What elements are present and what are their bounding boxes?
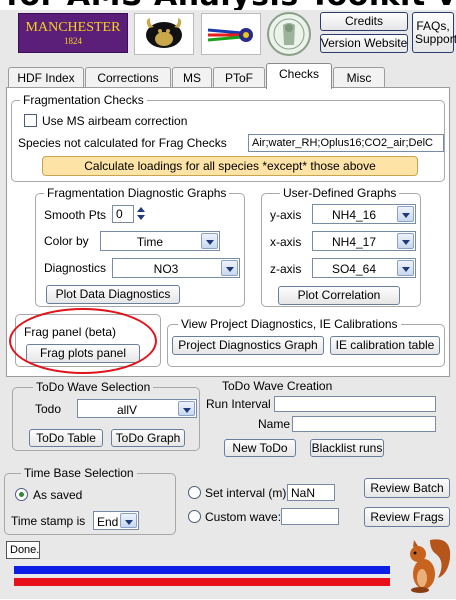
todo-label: Todo xyxy=(35,402,62,416)
fragmentation-checks-group: Fragmentation Checks Use MS airbeam corr… xyxy=(11,93,445,182)
todo-wave-creation-group: ToDo Wave Creation Run Interval Name New… xyxy=(204,379,444,467)
timestamp-label: Time stamp is xyxy=(11,514,86,528)
y-axis-value: NH4_16 xyxy=(331,208,377,222)
custom-wave-label: Custom wave: xyxy=(205,510,282,524)
todo-select[interactable]: allV xyxy=(77,399,197,418)
tab-misc[interactable]: Misc xyxy=(333,67,385,88)
chevron-down-icon xyxy=(397,233,414,249)
review-frags-button[interactable]: Review Frags xyxy=(364,507,450,527)
diagnostics-value: NO3 xyxy=(153,262,179,276)
x-axis-label: x-axis xyxy=(270,235,302,249)
y-axis-select[interactable]: NH4_16 xyxy=(312,204,416,224)
stepper-up-icon xyxy=(137,207,145,212)
set-interval-input[interactable]: NaN xyxy=(287,484,335,501)
tab-ptof[interactable]: PToF xyxy=(213,67,265,88)
smooth-pts-label: Smooth Pts xyxy=(44,208,107,222)
credits-button[interactable]: Credits xyxy=(320,12,408,31)
species-input[interactable]: Air;water_RH;Oplus16;CO2_air;DelC xyxy=(248,134,444,152)
frag-diagnostic-graphs-title: Fragmentation Diagnostic Graphs xyxy=(44,186,230,200)
diagnostics-select[interactable]: NO3 xyxy=(112,258,240,278)
custom-wave-input[interactable] xyxy=(281,508,339,525)
progress-bar-blue xyxy=(14,566,390,574)
color-by-value: Time xyxy=(136,235,164,249)
run-interval-label: Run Interval xyxy=(206,397,271,411)
smooth-pts-stepper[interactable] xyxy=(137,206,147,222)
set-interval-label: Set interval (m): xyxy=(205,486,290,500)
new-todo-button[interactable]: New ToDo xyxy=(224,439,296,457)
todo-wave-selection-title: ToDo Wave Selection xyxy=(33,380,154,394)
buffalo-logo xyxy=(134,13,194,55)
stepper-down-icon xyxy=(137,215,145,220)
y-axis-label: y-axis xyxy=(270,208,302,222)
window-title-bar: for AMS Analysis Toolkit v1.46 xyxy=(0,0,456,10)
ie-calibration-table-button[interactable]: IE calibration table xyxy=(330,336,440,355)
time-base-selection-group: Time Base Selection As saved Time stamp … xyxy=(4,466,176,535)
blacklist-runs-button[interactable]: Blacklist runs xyxy=(310,439,384,457)
todo-wave-selection-group: ToDo Wave Selection Todo allV ToDo Table… xyxy=(12,380,200,451)
diagnostics-label: Diagnostics xyxy=(44,261,107,275)
timestamp-select[interactable]: End xyxy=(93,511,139,530)
chevron-down-icon xyxy=(120,513,137,528)
faqs-support-label: FAQs, Support xyxy=(415,18,456,46)
highlight-oval xyxy=(9,308,157,374)
checks-tab-content: Fragmentation Checks Use MS airbeam corr… xyxy=(6,87,450,377)
squirrel-logo xyxy=(400,532,454,596)
name-label: Name xyxy=(258,417,291,431)
as-saved-label: As saved xyxy=(33,488,83,502)
comet-logo xyxy=(201,13,261,55)
tab-hdf-index[interactable]: HDF Index xyxy=(8,67,84,88)
timestamp-value: End xyxy=(97,515,119,529)
plot-data-diagnostics-button[interactable]: Plot Data Diagnostics xyxy=(46,285,180,304)
manchester-logo-text: MANCHESTER xyxy=(25,20,121,35)
todo-value: allV xyxy=(116,403,137,417)
chevron-down-icon xyxy=(397,260,414,276)
chevron-down-icon xyxy=(221,260,238,276)
project-diagnostics-group: View Project Diagnostics, IE Calibration… xyxy=(167,317,445,367)
use-ms-airbeam-checkbox[interactable] xyxy=(24,114,37,127)
x-axis-value: NH4_17 xyxy=(331,235,377,249)
status-text: Done. xyxy=(6,541,40,559)
project-diagnostics-title: View Project Diagnostics, IE Calibration… xyxy=(178,317,401,331)
fragmentation-checks-title: Fragmentation Checks xyxy=(20,93,147,107)
smooth-pts-input[interactable]: 0 xyxy=(112,205,134,223)
use-ms-airbeam-label: Use MS airbeam correction xyxy=(42,114,188,128)
chevron-down-icon xyxy=(397,206,414,222)
color-by-label: Color by xyxy=(44,234,89,248)
tab-ms[interactable]: MS xyxy=(172,67,212,88)
max-planck-logo xyxy=(266,11,312,57)
z-axis-select[interactable]: SO4_64 xyxy=(312,258,416,278)
color-by-select[interactable]: Time xyxy=(100,231,220,251)
species-label: Species not calculated for Frag Checks xyxy=(18,136,227,150)
tab-corrections[interactable]: Corrections xyxy=(85,67,171,88)
name-input[interactable] xyxy=(292,416,436,432)
custom-wave-radio[interactable] xyxy=(188,510,201,523)
progress-bar-red xyxy=(14,578,390,586)
project-diagnostics-graph-button[interactable]: Project Diagnostics Graph xyxy=(172,336,324,355)
todo-wave-creation-title: ToDo Wave Creation xyxy=(222,379,333,393)
plot-correlation-button[interactable]: Plot Correlation xyxy=(278,286,400,305)
main-panel: MANCHESTER 1824 Credits Version Website … xyxy=(0,10,456,599)
set-interval-radio[interactable] xyxy=(188,486,201,499)
x-axis-select[interactable]: NH4_17 xyxy=(312,231,416,251)
manchester-logo: MANCHESTER 1824 xyxy=(18,13,128,53)
todo-table-button[interactable]: ToDo Table xyxy=(29,429,103,447)
z-axis-label: z-axis xyxy=(270,262,302,276)
faqs-support-button[interactable]: FAQs, Support xyxy=(412,12,456,53)
chevron-down-icon xyxy=(178,401,195,416)
as-saved-radio[interactable] xyxy=(15,488,28,501)
tab-checks[interactable]: Checks xyxy=(266,63,332,89)
z-axis-value: SO4_64 xyxy=(331,262,377,276)
todo-graph-button[interactable]: ToDo Graph xyxy=(111,429,185,447)
run-interval-input[interactable] xyxy=(274,396,436,412)
review-batch-button[interactable]: Review Batch xyxy=(364,478,450,498)
version-website-button[interactable]: Version Website xyxy=(320,34,408,53)
chevron-down-icon xyxy=(201,233,218,249)
user-defined-graphs-group: User-Defined Graphs y-axis NH4_16 x-axis… xyxy=(261,186,421,307)
frag-diagnostic-graphs-group: Fragmentation Diagnostic Graphs Smooth P… xyxy=(35,186,245,307)
window-title: for AMS Analysis Toolkit v1.46 xyxy=(6,0,456,10)
calculate-loadings-button[interactable]: Calculate loadings for all species *exce… xyxy=(42,156,418,176)
manchester-logo-year: 1824 xyxy=(64,36,82,46)
user-defined-graphs-title: User-Defined Graphs xyxy=(280,186,400,200)
time-base-selection-title: Time Base Selection xyxy=(21,466,137,480)
